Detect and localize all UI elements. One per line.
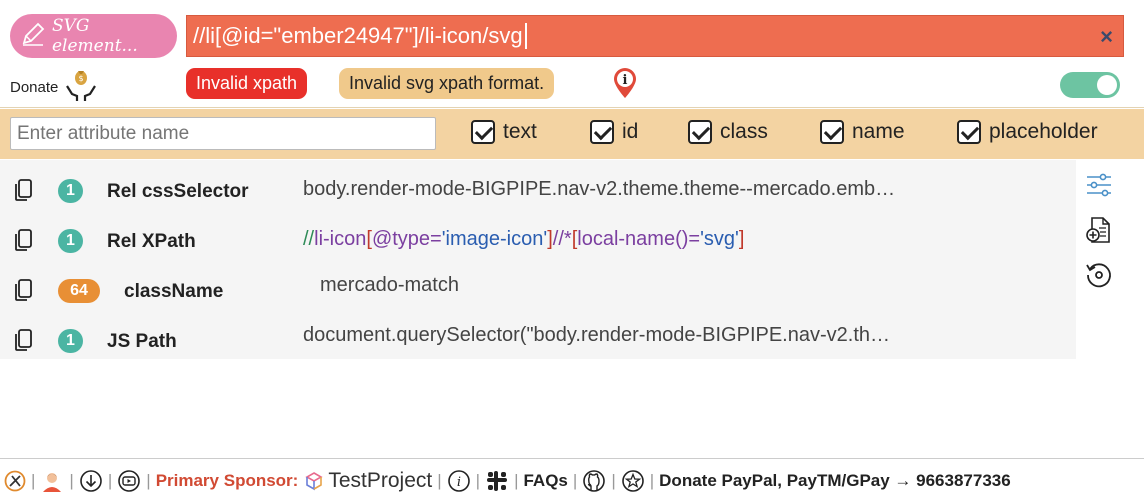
info-pin-icon[interactable]: i bbox=[612, 67, 638, 104]
selector-type-label: Rel XPath bbox=[107, 231, 196, 252]
pencil-icon bbox=[20, 21, 46, 52]
testproject-logo-icon[interactable] bbox=[304, 471, 324, 491]
star-icon[interactable] bbox=[621, 469, 645, 493]
text-checkbox[interactable]: text bbox=[471, 120, 537, 144]
placeholder-checkbox[interactable]: placeholder bbox=[957, 120, 1098, 144]
footer-separator: | bbox=[649, 470, 655, 490]
copy-icon[interactable] bbox=[12, 278, 34, 307]
checkbox-label: id bbox=[622, 120, 639, 143]
toggle-knob bbox=[1097, 75, 1117, 95]
add-document-icon[interactable] bbox=[1084, 215, 1116, 250]
checkbox-label: text bbox=[503, 120, 537, 143]
checkbox-label: name bbox=[852, 120, 905, 143]
xpath-input[interactable]: //li[@id="ember24947"]/li-icon/svg × bbox=[186, 15, 1124, 57]
svg-element-label: SVG element... bbox=[52, 16, 138, 56]
footer-separator: | bbox=[146, 470, 151, 490]
selector-type-label: JS Path bbox=[107, 331, 177, 352]
user-avatar-icon[interactable] bbox=[40, 469, 64, 493]
info-letter: i bbox=[623, 73, 628, 88]
copy-icon[interactable] bbox=[12, 228, 34, 257]
text-caret bbox=[524, 23, 527, 49]
donate-paypal-link[interactable]: Donate PayPal, PayTM/GPay → 9663877336 bbox=[659, 471, 1011, 491]
attribute-filter-bar: text id class name placeholder bbox=[0, 109, 1144, 159]
clear-icon[interactable]: × bbox=[1100, 24, 1113, 50]
footer-separator: | bbox=[31, 470, 36, 490]
reset-icon[interactable] bbox=[1084, 260, 1116, 295]
selector-value[interactable]: document.querySelector("body.render-mode… bbox=[303, 324, 890, 347]
selector-type-label: className bbox=[124, 281, 224, 302]
svg-text:$: $ bbox=[79, 74, 84, 83]
checkbox-label: placeholder bbox=[989, 120, 1098, 143]
class-checkbox[interactable]: class bbox=[688, 120, 768, 144]
result-row-rel-css-selector: 1 Rel cssSelector body.render-mode-BIGPI… bbox=[0, 164, 1076, 214]
selector-value[interactable]: mercado-match bbox=[320, 274, 459, 297]
selector-results: 1 Rel cssSelector body.render-mode-BIGPI… bbox=[0, 160, 1076, 359]
footer-separator: | bbox=[514, 470, 519, 490]
donate-label: Donate bbox=[10, 79, 59, 96]
footer-separator: | bbox=[437, 470, 442, 490]
footer-separator: | bbox=[475, 470, 481, 490]
download-icon[interactable] bbox=[79, 469, 103, 493]
footer-separator: | bbox=[572, 470, 578, 490]
faqs-link[interactable]: FAQs bbox=[523, 471, 567, 491]
github-icon[interactable] bbox=[582, 469, 606, 493]
attribute-name-input[interactable] bbox=[10, 117, 436, 150]
svg-format-warning-badge: Invalid svg xpath format. bbox=[339, 68, 555, 99]
xpath-input-value: //li[@id="ember24947"]/li-icon/svg bbox=[193, 23, 523, 48]
name-checkbox[interactable]: name bbox=[820, 120, 905, 144]
invalid-xpath-badge: Invalid xpath bbox=[186, 68, 308, 99]
copy-icon[interactable] bbox=[12, 178, 34, 207]
footer-separator: | bbox=[107, 470, 113, 490]
checkbox-label: class bbox=[720, 120, 768, 143]
checkbox-box[interactable] bbox=[688, 120, 712, 144]
top-toolbar: SVG element... //li[@id="ember24947"]/li… bbox=[0, 0, 1144, 108]
result-row-classname: 64 className mercado-match bbox=[0, 264, 1076, 314]
match-count-badge: 64 bbox=[58, 279, 100, 303]
footer-separator: | bbox=[69, 470, 74, 490]
info-circle-icon[interactable]: i bbox=[447, 469, 471, 493]
svg-text:i: i bbox=[457, 475, 461, 490]
footer-bar: | | | | Primary Sponsor: TestProject | i… bbox=[0, 458, 1144, 502]
sponsor-name[interactable]: TestProject bbox=[328, 469, 432, 493]
result-row-js-path: 1 JS Path document.querySelector("body.r… bbox=[0, 314, 1076, 364]
id-checkbox[interactable]: id bbox=[590, 120, 638, 144]
result-row-rel-xpath: 1 Rel XPath //li-icon[@type='image-icon'… bbox=[0, 214, 1076, 264]
video-play-icon[interactable] bbox=[117, 469, 141, 493]
selectorshub-logo-icon[interactable] bbox=[4, 470, 26, 492]
enable-toggle[interactable] bbox=[1060, 72, 1120, 98]
side-toolbar bbox=[1084, 170, 1116, 305]
primary-sponsor-label: Primary Sponsor: bbox=[155, 470, 299, 490]
donate-link[interactable]: Donate $ bbox=[10, 68, 98, 107]
checkbox-box[interactable] bbox=[590, 120, 614, 144]
selector-type-label: Rel cssSelector bbox=[107, 181, 249, 202]
checkbox-box[interactable] bbox=[957, 120, 981, 144]
match-count-badge: 1 bbox=[58, 329, 83, 353]
svg-element-button[interactable]: SVG element... bbox=[10, 14, 177, 58]
selector-value[interactable]: body.render-mode-BIGPIPE.nav-v2.theme.th… bbox=[303, 178, 895, 201]
settings-sliders-icon[interactable] bbox=[1084, 170, 1116, 205]
checkbox-box[interactable] bbox=[471, 120, 495, 144]
copy-icon[interactable] bbox=[12, 328, 34, 357]
money-bag-hands-icon: $ bbox=[64, 68, 98, 107]
checkbox-box[interactable] bbox=[820, 120, 844, 144]
selector-value[interactable]: //li-icon[@type='image-icon']//*[local-n… bbox=[303, 228, 744, 251]
slack-icon[interactable] bbox=[485, 469, 509, 493]
footer-separator: | bbox=[611, 470, 616, 490]
match-count-badge: 1 bbox=[58, 229, 83, 253]
match-count-badge: 1 bbox=[58, 179, 83, 203]
